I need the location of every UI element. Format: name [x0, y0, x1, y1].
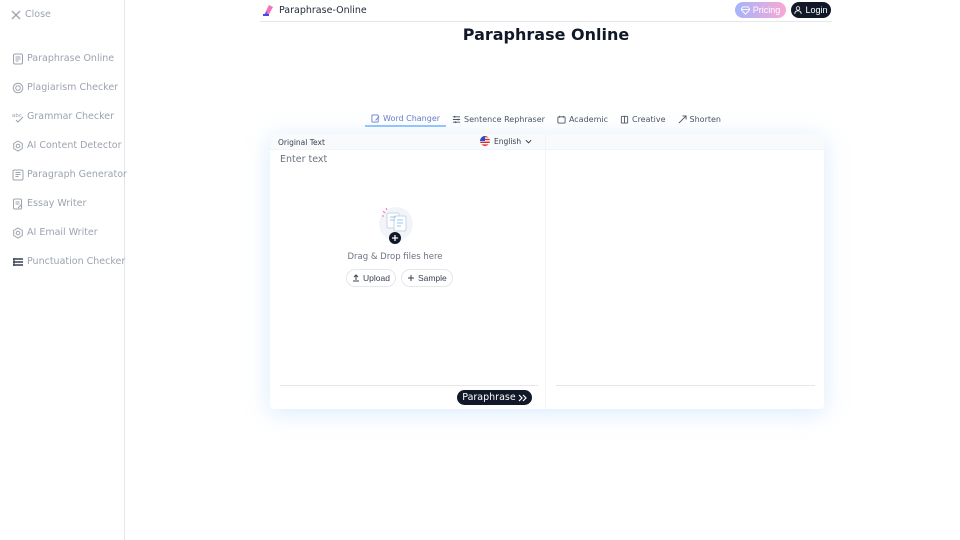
edit-document-icon: [371, 114, 380, 123]
document-icon: [13, 53, 23, 64]
punctuation-icon: [13, 257, 23, 266]
language-select[interactable]: English: [480, 136, 532, 146]
double-chevron-right-icon: [518, 394, 527, 401]
original-text-label: Original Text: [278, 138, 325, 147]
pricing-button[interactable]: Pricing: [735, 2, 786, 18]
brand-logo-link[interactable]: Paraphrase-Online: [262, 3, 367, 17]
sidebar-item-paraphrase-online[interactable]: Paraphrase Online: [12, 44, 127, 73]
sidebar-item-label: Grammar Checker: [27, 111, 114, 122]
pricing-label: Pricing: [752, 5, 781, 15]
output-text-pane: [545, 134, 824, 409]
sample-label: Sample: [417, 273, 447, 283]
svg-text:abc: abc: [12, 113, 22, 119]
tab-word-changer[interactable]: Word Changer: [365, 112, 447, 127]
divider: [280, 385, 538, 386]
upload-button[interactable]: Upload: [346, 269, 396, 287]
tab-label: Academic: [568, 115, 608, 124]
login-button[interactable]: Login: [791, 2, 831, 18]
paragraph-icon: [12, 169, 24, 180]
tab-label: Word Changer: [383, 114, 441, 123]
tab-label: Sentence Rephraser: [464, 115, 545, 124]
academic-icon: [557, 115, 566, 124]
language-value: English: [494, 136, 522, 146]
brand-name: Paraphrase-Online: [279, 4, 367, 16]
sidebar-item-label: AI Content Detector: [27, 140, 122, 151]
user-icon: [794, 6, 803, 14]
sidebar-item-paragraph-generator[interactable]: Paragraph Generator: [12, 160, 127, 189]
divider: [556, 385, 815, 386]
sidebar-item-label: Paragraph Generator: [27, 169, 127, 180]
output-pane-header: [546, 134, 824, 150]
sidebar-item-ai-email-writer[interactable]: AI Email Writer: [12, 218, 127, 247]
login-label: Login: [805, 5, 828, 15]
paraphrase-editor: Original Text English Drag & Drop files …: [270, 134, 824, 409]
sidebar-item-label: Paraphrase Online: [27, 53, 115, 64]
sidebar-item-label: Essay Writer: [27, 198, 87, 209]
sidebar-item-essay-writer[interactable]: Essay Writer: [12, 189, 127, 218]
drop-zone-text: Drag & Drop files here: [347, 252, 443, 262]
chevron-down-icon: [525, 139, 532, 144]
sidebar-item-plagiarism-checker[interactable]: Plagiarism Checker: [12, 73, 127, 102]
sidebar-item-label: Punctuation Checker: [27, 256, 126, 267]
upload-label: Upload: [363, 273, 390, 283]
sliders-icon: [452, 115, 461, 124]
close-button[interactable]: Close: [11, 9, 51, 20]
sidebar-item-punctuation-checker[interactable]: Punctuation Checker: [12, 247, 127, 276]
tab-label: Shorten: [689, 115, 721, 124]
tab-sentence-rephraser[interactable]: Sentence Rephraser: [446, 112, 551, 127]
tab-label: Creative: [631, 115, 666, 124]
sidebar: Close Paraphrase Online Plagiarism Check…: [0, 0, 127, 540]
essay-icon: [13, 198, 23, 209]
email-writer-icon: [13, 226, 23, 239]
tab-academic[interactable]: Academic: [551, 112, 614, 127]
tab-creative[interactable]: Creative: [614, 112, 672, 127]
spellcheck-icon: abc: [12, 113, 24, 123]
ai-detector-icon: [13, 139, 23, 152]
plus-icon: [407, 275, 414, 281]
original-text-pane: Original Text English Drag & Drop files …: [270, 134, 545, 409]
sidebar-item-label: Plagiarism Checker: [27, 82, 119, 93]
mode-tabs: Word Changer Sentence Rephraser Academic…: [365, 112, 727, 128]
paraphrase-button[interactable]: Paraphrase: [457, 390, 532, 405]
upload-actions: Upload Sample: [346, 269, 453, 287]
sidebar-item-ai-content-detector[interactable]: AI Content Detector: [12, 131, 127, 160]
plagiarism-icon: [12, 82, 24, 93]
paraphrase-label: Paraphrase: [462, 392, 516, 403]
logo-icon: [263, 5, 273, 16]
diamond-icon: [740, 5, 750, 15]
sidebar-nav: Paraphrase Online Plagiarism Checker abc…: [12, 44, 127, 276]
top-header: Paraphrase-Online Pricing Login: [260, 0, 832, 22]
us-flag-icon: [480, 136, 490, 146]
upload-icon: [353, 274, 359, 282]
shorten-icon: [678, 115, 687, 124]
close-label: Close: [25, 9, 51, 20]
close-icon: [11, 10, 21, 19]
sidebar-item-label: AI Email Writer: [27, 227, 98, 238]
creative-icon: [620, 115, 629, 124]
page-title: Paraphrase Online: [462, 25, 630, 44]
file-upload-icon: [379, 207, 413, 244]
sidebar-item-grammar-checker[interactable]: abc Grammar Checker: [12, 102, 127, 131]
tab-shorten[interactable]: Shorten: [672, 112, 727, 127]
sample-button[interactable]: Sample: [400, 269, 453, 287]
